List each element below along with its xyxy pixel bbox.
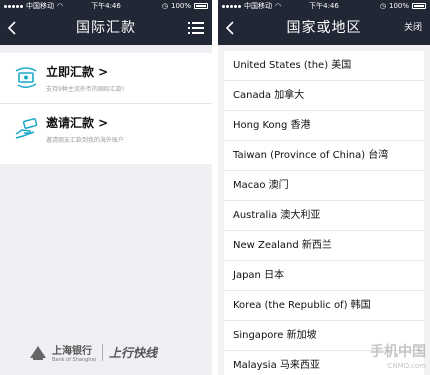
page-title: 国家或地区 (286, 20, 362, 36)
nav-bar: 国际汇款 (0, 12, 212, 45)
country-item[interactable]: New Zealand 新西兰 (224, 231, 424, 261)
brand-logo: 上行快线 (101, 344, 157, 361)
country-item[interactable]: Canada 加拿大 (224, 81, 424, 111)
status-right: ◷ 100% (380, 0, 426, 12)
watermark-main: 手机中国 (370, 344, 426, 360)
battery-icon (194, 3, 208, 9)
remit-now-subtitle: 支持9种主流外币的国际汇款! (46, 86, 125, 93)
battery-icon (412, 3, 426, 9)
page-title: 国际汇款 (76, 20, 136, 36)
hand-money-icon (15, 118, 38, 139)
bank-name-en: Bank of Shanghai (52, 357, 96, 363)
menu-icon[interactable] (188, 21, 204, 35)
bank-name: 上海银行 Bank of Shanghai (52, 342, 96, 363)
country-item[interactable]: Korea (the Republic of) 韩国 (224, 291, 424, 321)
country-item[interactable]: Hong Kong 香港 (224, 111, 424, 141)
watermark-sub: CNMO.com (387, 362, 426, 370)
status-right: ◷ 100% (162, 0, 208, 12)
country-item[interactable]: Japan 日本 (224, 261, 424, 291)
country-item[interactable]: Macao 澳门 (224, 171, 424, 201)
bank-name-cn: 上海银行 (52, 346, 92, 357)
invite-remit-title: 邀请汇款 > (46, 116, 109, 130)
bank-logo-icon (30, 345, 46, 360)
battery-percent: 100% (170, 2, 191, 10)
battery-percent: 100% (388, 2, 409, 10)
status-bar: 中国移动 ◠ 下午4:46 ◷ 100% (218, 0, 430, 12)
right-phone-screen: 中国移动 ◠ 下午4:46 ◷ 100% 国家或地区 关闭 United Sta… (218, 0, 430, 375)
close-button[interactable]: 关闭 (404, 12, 422, 45)
country-list: United States (the) 美国 Canada 加拿大 Hong K… (224, 51, 424, 375)
invite-remit-item[interactable]: 邀请汇款 > 邀请朋友汇款到我的海外账户 (0, 104, 212, 164)
remit-now-title: 立即汇款 > (46, 65, 109, 79)
country-item[interactable]: Taiwan (Province of China) 台湾 (224, 141, 424, 171)
invite-remit-subtitle: 邀请朋友汇款到我的海外账户 (46, 137, 125, 144)
country-item[interactable]: United States (the) 美国 (224, 51, 424, 81)
money-transfer-icon (15, 67, 37, 88)
nav-bar: 国家或地区 关闭 (218, 12, 430, 45)
remit-now-item[interactable]: 立即汇款 > 支持9种主流外币的国际汇款! (0, 53, 212, 104)
left-phone-screen: 中国移动 ◠ 下午4:46 ◷ 100% 国际汇款 立即汇款 > 支持9种主流外… (0, 0, 212, 375)
country-item[interactable]: Australia 澳大利亚 (224, 201, 424, 231)
watermark: 手机中国 CNMO.com (370, 345, 426, 373)
remittance-options: 立即汇款 > 支持9种主流外币的国际汇款! 邀请汇款 > 邀请朋友汇款到我的海外… (0, 53, 212, 164)
alarm-icon: ◷ (161, 2, 168, 10)
status-bar: 中国移动 ◠ 下午4:46 ◷ 100% (0, 0, 212, 12)
alarm-icon: ◷ (379, 2, 386, 10)
footer-branding: 上海银行 Bank of Shanghai 上行快线 (30, 342, 157, 363)
